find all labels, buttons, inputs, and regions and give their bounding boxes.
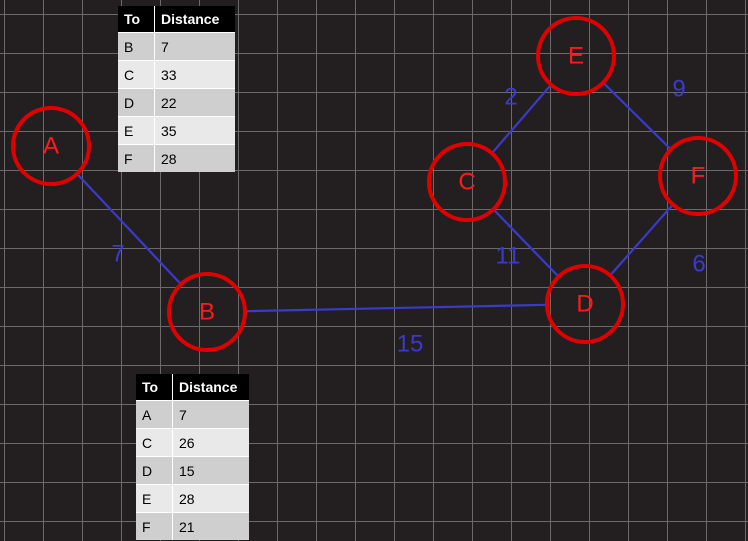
table-row: F 28 [118,144,235,172]
header-distance: Distance [172,374,249,401]
edge-b-d [244,303,548,313]
cell-distance: 35 [154,116,235,145]
cell-distance: 28 [172,484,249,513]
cell-to: D [136,456,173,485]
table-row: B 7 [118,32,235,61]
cell-distance: 7 [172,400,249,429]
table-row: E 35 [118,116,235,145]
cell-to: F [118,144,155,172]
cell-to: C [118,60,155,89]
header-to: To [118,6,155,33]
edge-weight-c-e: 2 [504,84,517,111]
table-row: F 21 [136,512,249,540]
cell-to: E [136,484,173,513]
cell-to: A [136,400,173,429]
node-label: C [458,169,475,196]
table-row: D 15 [136,456,249,485]
node-e: E [536,16,616,96]
cell-distance: 21 [172,512,249,540]
cell-distance: 33 [154,60,235,89]
cell-distance: 28 [154,144,235,172]
graph-diagram: 7152 911 6 ABCDEF [11,16,738,358]
cell-distance: 7 [154,32,235,61]
cell-distance: 26 [172,428,249,457]
table-row: C 33 [118,60,235,89]
edge-a-b [76,172,182,286]
edge-weight-c-d: 11 [496,243,521,270]
table-header-row: To Distance [118,6,235,33]
cell-to: D [118,88,155,117]
node-label: D [576,291,593,318]
distance-table-from-b: To Distance A 7 C 26 D 15 E 28 F 21 [136,374,249,540]
cell-distance: 15 [172,456,249,485]
edge-weight-d-f: 6 [692,251,705,278]
edge-e-f [602,81,672,151]
node-a: A [11,106,91,186]
cell-to: B [118,32,155,61]
node-label: E [568,43,584,70]
table-row: D 22 [118,88,235,117]
node-d: D [545,264,625,344]
cell-to: E [118,116,155,145]
edge-weight-a-b: 7 [111,241,124,268]
cell-to: C [136,428,173,457]
table-row: C 26 [136,428,249,457]
table-row: A 7 [136,400,249,429]
header-distance: Distance [154,6,235,33]
edge-weight-e-f: 9 [672,76,685,103]
node-label: A [43,133,59,160]
cell-distance: 22 [154,88,235,117]
header-to: To [136,374,173,401]
node-label: B [199,299,215,326]
table-row: E 28 [136,484,249,513]
cell-to: F [136,512,173,540]
table-header-row: To Distance [136,374,249,401]
node-f: F [658,136,738,216]
edge-c-e [491,83,552,155]
node-label: F [691,163,706,190]
edge-weight-b-d: 15 [397,331,424,358]
distance-table-from-a: To Distance B 7 C 33 D 22 E 35 F 28 [118,6,235,172]
node-b: B [167,272,247,352]
node-c: C [427,142,507,222]
edge-d-f [609,203,674,277]
